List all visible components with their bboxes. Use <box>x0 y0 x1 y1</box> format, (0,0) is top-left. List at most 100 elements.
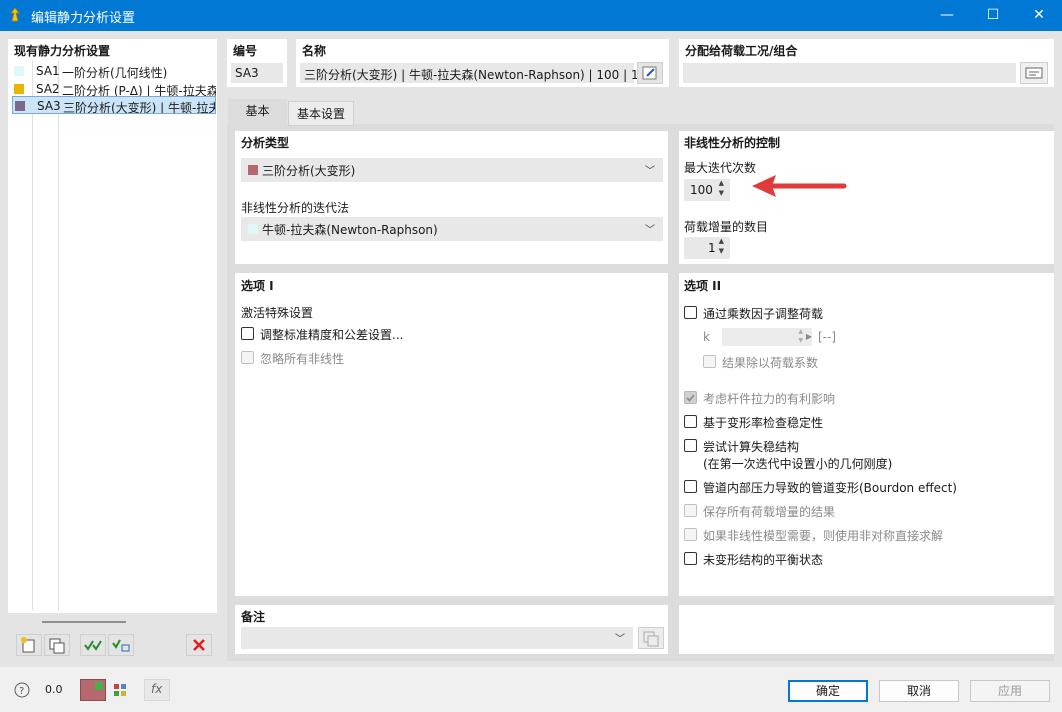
delete-button[interactable] <box>186 634 212 656</box>
bourdon-label: 管道内部压力导致的管道变形(Bourdon effect) <box>703 481 957 495</box>
edit-name-button[interactable] <box>637 62 663 84</box>
item-code: SA1 <box>36 64 60 78</box>
close-button[interactable]: ✕ <box>1016 0 1062 31</box>
stiffness-stability-label: 基于变形率检查稳定性 <box>703 416 824 430</box>
apply-button[interactable]: 应用 <box>970 680 1050 702</box>
unstable-try-checkbox[interactable] <box>684 439 697 452</box>
color-button[interactable] <box>80 679 106 701</box>
blank-panel <box>679 605 1054 654</box>
new-item-button[interactable] <box>16 634 42 656</box>
cancel-button[interactable]: 取消 <box>879 680 959 702</box>
grid-icon <box>114 684 126 696</box>
color-swatch <box>15 101 25 111</box>
uncheck-button[interactable] <box>108 634 134 656</box>
max-iterations-spinner[interactable]: 100 ▲ ▼ <box>684 179 730 201</box>
color-swatch <box>248 165 258 175</box>
units-button[interactable]: 0.0 <box>38 679 64 701</box>
adjust-precision-checkbox[interactable] <box>241 327 254 340</box>
options2-panel: 选项 II 通过乘数因子调整荷载 k ▲ ▼ ▶ [--] 结果除以荷载系数 考… <box>679 273 1054 596</box>
bourdon-checkbox[interactable] <box>684 480 697 493</box>
edit-icon <box>642 66 657 80</box>
iteration-method-select[interactable]: 牛顿-拉夫森(Newton-Raphson) ﹀ <box>241 217 663 241</box>
chevron-down-icon: ﹀ <box>645 166 655 177</box>
unsymmetric-solver-checkbox[interactable] <box>684 528 697 541</box>
iteration-method-label: 非线性分析的迭代法 <box>241 201 350 215</box>
analysis-type-select[interactable]: 三阶分析(大变形) ﹀ <box>241 158 663 182</box>
list-icon <box>1025 67 1043 79</box>
spin-down-icon[interactable]: ▼ <box>719 247 724 255</box>
delete-icon <box>193 639 205 651</box>
color-swatch <box>248 224 258 234</box>
svg-text:?: ? <box>19 686 24 697</box>
uncheck-icon <box>112 639 130 652</box>
comment-header: 备注 <box>241 610 266 624</box>
spin-up-icon[interactable]: ▲ <box>719 179 724 187</box>
load-increments-spinner[interactable]: 1 ▲ ▼ <box>684 237 730 259</box>
help-icon: ? <box>14 682 30 698</box>
modify-loading-label: 通过乘数因子调整荷载 <box>703 307 824 321</box>
options2-header: 选项 II <box>684 279 722 293</box>
spin-down-icon[interactable]: ▼ <box>798 337 803 344</box>
comment-copy-button[interactable] <box>638 627 664 649</box>
options1-panel: 选项 I 激活特殊设置 调整标准精度和公差设置... 忽略所有非线性 <box>235 273 668 596</box>
number-panel: 编号 SA3 <box>227 39 287 87</box>
window-title: 编辑静力分析设置 <box>31 11 136 26</box>
assign-field[interactable] <box>683 63 1016 83</box>
assign-select-button[interactable] <box>1020 62 1048 84</box>
comment-input[interactable]: ﹀ <box>241 627 633 649</box>
dialog-client: 现有静力分析设置 SA1 一阶分析(几何线性) SA2 二阶分析 (P-Δ) |… <box>0 31 1062 712</box>
item-name: 三阶分析(大变形) | 牛顿-拉夫 <box>63 101 216 114</box>
spin-up-icon[interactable]: ▲ <box>798 328 803 335</box>
copy-icon <box>643 631 659 647</box>
modify-loading-checkbox[interactable] <box>684 306 697 319</box>
save-increments-checkbox[interactable] <box>684 504 697 517</box>
ok-button[interactable]: 确定 <box>788 680 868 702</box>
name-field[interactable]: 三阶分析(大变形) | 牛顿-拉夫森(Newton-Raphson) | 100… <box>300 63 639 83</box>
assign-label: 分配给荷载工况/组合 <box>685 44 798 58</box>
ignore-nonlinear-checkbox[interactable] <box>241 351 254 364</box>
existing-settings-panel: 现有静力分析设置 <box>8 39 217 623</box>
undeformed-equilibrium-label: 未变形结构的平衡状态 <box>703 553 824 567</box>
save-increments-label: 保存所有荷载增量的结果 <box>703 505 836 519</box>
existing-settings-header: 现有静力分析设置 <box>14 44 111 58</box>
k-label: k <box>703 330 710 344</box>
item-code: SA2 <box>36 82 60 96</box>
favorable-tension-label: 考虑杆件拉力的有利影响 <box>703 392 836 406</box>
copy-item-button[interactable] <box>44 634 70 656</box>
minimize-button[interactable]: — <box>924 0 970 31</box>
spin-down-icon[interactable]: ▼ <box>719 189 724 197</box>
stiffness-stability-checkbox[interactable] <box>684 415 697 428</box>
help-button[interactable]: ? <box>9 679 35 701</box>
check-button[interactable] <box>80 634 106 656</box>
formula-button[interactable]: fx <box>144 679 170 701</box>
app-icon <box>10 7 20 22</box>
chevron-down-icon: ﹀ <box>645 225 655 236</box>
list-item-selected[interactable]: SA3 三阶分析(大变形) | 牛顿-拉夫 <box>12 96 216 114</box>
color-swatch <box>14 66 24 76</box>
checkmark-icon <box>686 394 695 402</box>
divide-results-checkbox[interactable] <box>703 355 716 368</box>
item-name: 一阶分析(几何线性) <box>62 66 168 80</box>
tab-basic[interactable]: 基本 <box>228 99 287 124</box>
assign-panel: 分配给荷载工况/组合 <box>679 39 1054 87</box>
units-text: 0.0 <box>45 683 63 696</box>
chevron-down-icon: ﹀ <box>615 634 625 645</box>
number-field[interactable]: SA3 <box>231 63 283 83</box>
maximize-button[interactable]: ☐ <box>970 0 1016 31</box>
list-item[interactable]: SA1 一阶分析(几何线性) <box>12 62 216 80</box>
k-unit: [--] <box>818 330 837 344</box>
arrow-right-icon[interactable]: ▶ <box>806 332 812 341</box>
favorable-tension-checkbox[interactable] <box>684 391 697 404</box>
divide-results-label: 结果除以荷载系数 <box>722 356 819 370</box>
k-input[interactable]: ▲ ▼ ▶ <box>722 328 812 346</box>
analysis-type-header: 分析类型 <box>241 136 290 150</box>
number-label: 编号 <box>233 44 258 58</box>
tab-basic-settings[interactable]: 基本设置 <box>288 101 354 126</box>
copy-icon <box>49 638 65 654</box>
settings-button[interactable] <box>108 679 134 701</box>
analysis-type-panel: 分析类型 三阶分析(大变形) ﹀ 非线性分析的迭代法 牛顿-拉夫森(Newton… <box>235 131 668 264</box>
undeformed-equilibrium-checkbox[interactable] <box>684 552 697 565</box>
spin-up-icon[interactable]: ▲ <box>719 237 724 245</box>
activate-special-label: 激活特殊设置 <box>241 306 314 320</box>
nonlinear-control-header: 非线性分析的控制 <box>684 136 781 150</box>
